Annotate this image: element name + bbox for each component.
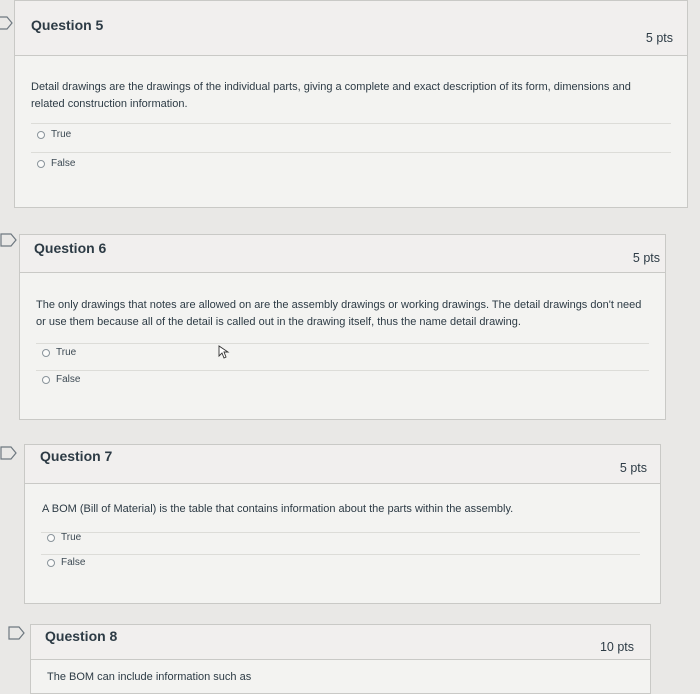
answer-divider: [36, 343, 649, 344]
answer-divider: [36, 370, 649, 371]
radio-button-icon[interactable]: [42, 348, 50, 357]
radio-button-icon[interactable]: [47, 558, 55, 567]
question-5-header: Question 5 5 pts: [15, 1, 687, 56]
question-8-card: Question 8 10 pts The BOM can include in…: [30, 624, 651, 694]
question-6-card: Question 6 5 pts The only drawings that …: [19, 234, 666, 420]
question-8-header: Question 8 10 pts: [31, 625, 650, 660]
question-7-flag-icon[interactable]: [0, 446, 18, 460]
question-7-points: 5 pts: [619, 461, 647, 475]
mouse-pointer-icon: [218, 345, 230, 359]
question-5-title: Question 5: [31, 17, 104, 33]
option-label: True: [61, 532, 82, 543]
question-7-title: Question 7: [40, 448, 113, 464]
answer-divider: [41, 532, 640, 533]
question-5-option-true[interactable]: True: [37, 129, 71, 140]
question-6-header: Question 6 5 pts: [20, 235, 665, 273]
question-6-flag-icon[interactable]: [0, 233, 18, 247]
question-7-option-false[interactable]: False: [47, 557, 85, 568]
question-5-flag-icon[interactable]: [0, 16, 14, 30]
question-6-text: The only drawings that notes are allowed…: [36, 299, 642, 328]
option-label: True: [56, 347, 77, 358]
question-5-card: Question 5 5 pts Detail drawings are the…: [14, 0, 688, 208]
question-6-title: Question 6: [34, 240, 107, 256]
question-5-text: Detail drawings are the drawings of the …: [31, 81, 631, 110]
question-8-flag-icon[interactable]: [8, 626, 26, 640]
question-6-points: 5 pts: [632, 251, 660, 265]
radio-button-icon[interactable]: [42, 375, 50, 384]
radio-button-icon[interactable]: [47, 533, 55, 542]
question-8-points: 10 pts: [599, 640, 634, 654]
option-label: False: [61, 557, 86, 568]
question-7-text: A BOM (Bill of Material) is the table th…: [42, 503, 514, 515]
question-8-text: The BOM can include information such as: [47, 671, 252, 683]
option-label: False: [51, 158, 76, 169]
radio-button-icon[interactable]: [37, 159, 45, 168]
answer-divider: [31, 152, 671, 153]
question-5-option-false[interactable]: False: [37, 158, 75, 169]
question-6-option-true[interactable]: True: [42, 347, 76, 358]
question-5-points: 5 pts: [645, 31, 673, 45]
question-7-card: Question 7 5 pts A BOM (Bill of Material…: [24, 444, 661, 604]
question-7-header: Question 7 5 pts: [25, 445, 660, 484]
question-8-title: Question 8: [45, 628, 118, 644]
answer-divider: [41, 554, 640, 555]
radio-button-icon[interactable]: [37, 130, 45, 139]
option-label: True: [51, 129, 72, 140]
option-label: False: [56, 374, 81, 385]
question-6-option-false[interactable]: False: [42, 374, 80, 385]
question-7-option-true[interactable]: True: [47, 532, 81, 543]
answer-divider: [31, 123, 671, 124]
